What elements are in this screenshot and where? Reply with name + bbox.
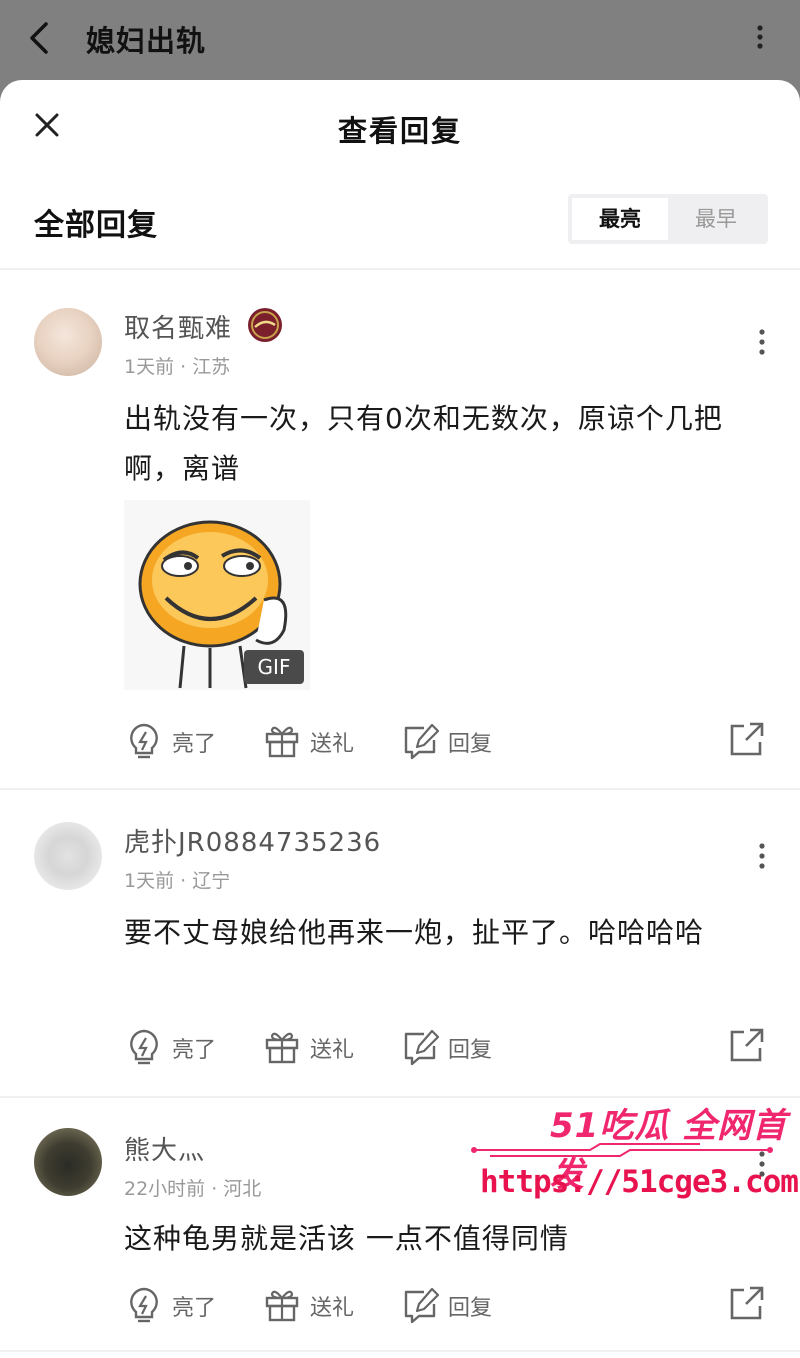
username[interactable]: 取名甄难 [124,308,232,345]
comment-text: 要不丈母娘给他再来一炮，扯平了。哈哈哈哈 [124,916,705,949]
sort-toggle: 最亮 最早 [568,194,768,244]
share-icon[interactable] [728,1026,766,1064]
comment-meta: 1天前 · 江苏 [124,356,231,378]
reply-label: 回复 [448,1296,493,1321]
back-arrow-icon[interactable] [24,20,56,56]
comment-meta: 22小时前 · 河北 [124,1178,262,1200]
avatar[interactable] [34,822,102,890]
divider [0,268,800,270]
gift-label: 送礼 [310,1038,355,1063]
comment-text: 这种龟男就是活该 一点不值得同情 [124,1222,569,1255]
reply-label: 回复 [448,1038,493,1063]
username[interactable]: 熊大灬 [124,1130,205,1167]
more-options-icon[interactable] [748,20,772,54]
top-bar: 媳妇出轨 [0,0,800,80]
compose-reply-icon [404,1287,440,1324]
all-replies-heading: 全部回复 [34,208,158,243]
circuit-lines-icon [471,1143,773,1157]
gift-label: 送礼 [310,732,355,757]
like-label: 亮了 [172,732,217,757]
compose-reply-icon [404,723,440,760]
gift-icon [265,726,299,758]
lightbulb-icon [130,1029,158,1065]
sort-earliest-tab[interactable]: 最早 [668,198,764,240]
avatar[interactable] [34,1128,102,1196]
share-icon[interactable] [728,1284,766,1322]
lightbulb-icon [130,723,158,759]
gift-label: 送礼 [310,1296,355,1321]
share-icon[interactable] [728,720,766,758]
sort-brightest-tab[interactable]: 最亮 [572,198,668,240]
thread-title: 媳妇出轨 [86,24,207,58]
divider [0,1350,800,1352]
gift-icon [265,1290,299,1322]
watermark-url: https://51cge3.com [480,1164,799,1200]
sheet-title: 查看回复 [337,114,462,148]
reply-label: 回复 [448,732,493,757]
username[interactable]: 虎扑JR0884735236 [124,822,381,859]
lightbulb-icon [130,1287,158,1323]
like-label: 亮了 [172,1038,217,1063]
gift-icon [265,1032,299,1064]
comment-meta: 1天前 · 辽宁 [124,870,231,892]
comment-text: 出轨没有一次，只有0次和无数次，原谅个几把啊，离谱 [124,402,723,485]
like-label: 亮了 [172,1296,217,1321]
more-options-icon[interactable] [750,324,774,360]
watermark: 51吃瓜 全网首发 https://51cge3.com [470,1098,799,1208]
divider [0,788,800,790]
avatar[interactable] [34,308,102,376]
compose-reply-icon [404,1029,440,1066]
gif-badge: GIF [244,650,304,684]
team-badge-icon [248,308,282,342]
more-options-icon[interactable] [750,838,774,874]
